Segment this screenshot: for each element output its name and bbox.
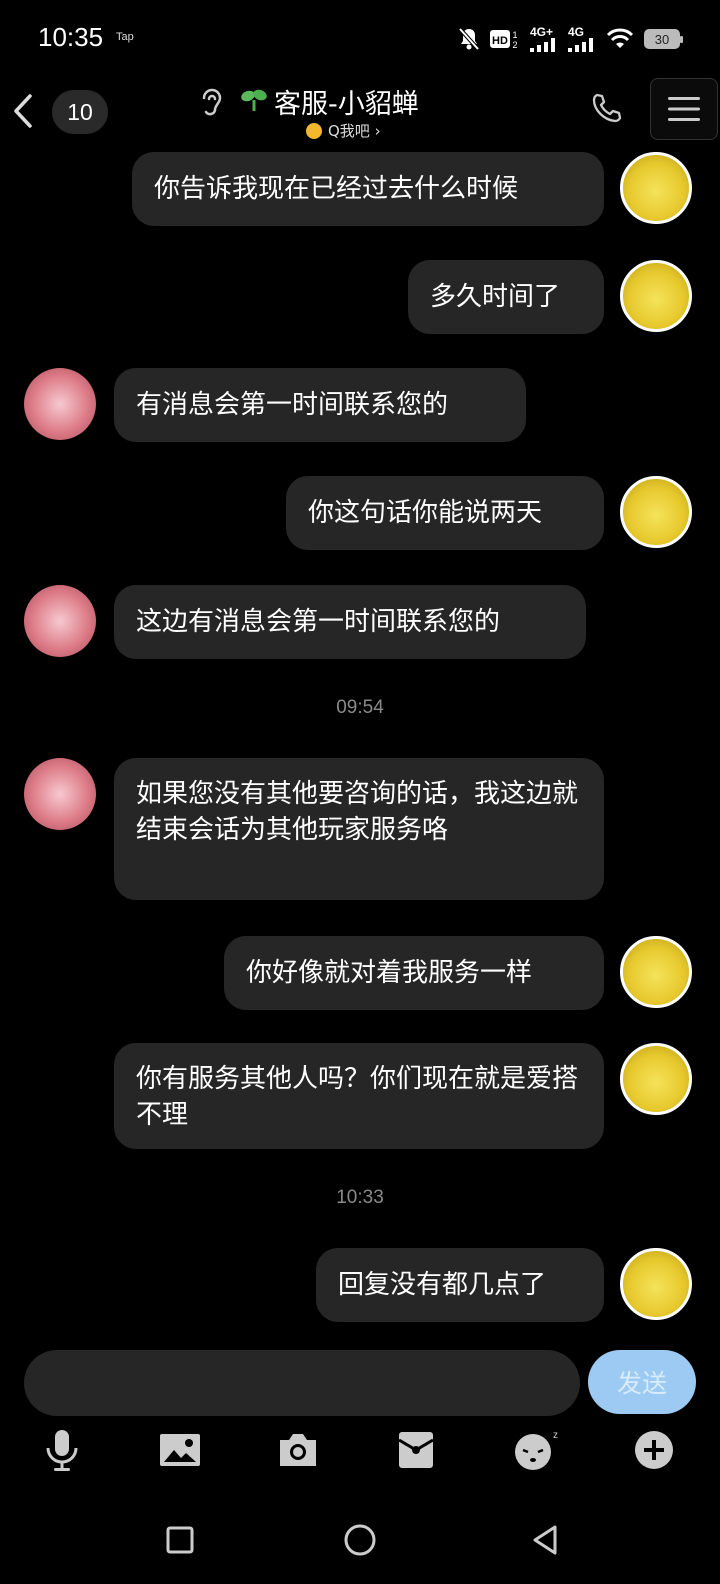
sprout-icon	[240, 87, 268, 117]
svg-text:1: 1	[512, 30, 517, 40]
home-button[interactable]	[332, 1512, 388, 1568]
back-button[interactable]	[8, 88, 38, 134]
status-bar: 10:35 Tap HD 1 2 4G+ 4G 30	[0, 0, 720, 78]
mute-bell-icon	[458, 27, 480, 51]
send-button[interactable]: 发送	[588, 1350, 696, 1414]
message-list[interactable]: 你告诉我现在已经过去什么时候 多久时间了 有消息会第一时间联系您的 你这句话你能…	[0, 148, 720, 1328]
camera-icon	[280, 1434, 316, 1466]
message-bubble-sent[interactable]: 回复没有都几点了	[316, 1248, 604, 1322]
plus-circle-icon	[635, 1431, 673, 1469]
red-packet-button[interactable]	[390, 1424, 442, 1476]
square-icon	[166, 1526, 194, 1554]
emoji-button[interactable]: z	[510, 1424, 562, 1476]
signal-4gplus-icon: 4G+	[530, 26, 558, 52]
menu-button[interactable]	[650, 78, 718, 140]
network-label-1: 4G+	[530, 25, 554, 39]
smile-icon	[306, 122, 322, 139]
avatar-self[interactable]	[620, 152, 692, 224]
status-carrier-tag: Tap	[116, 31, 134, 43]
circle-icon	[344, 1524, 376, 1556]
phone-icon	[592, 93, 622, 123]
message-bubble-sent[interactable]: 多久时间了	[408, 260, 604, 334]
signal-4g-icon: 4G	[568, 26, 596, 52]
message-bubble-sent[interactable]: 你有服务其他人吗？你们现在就是爱搭不理	[114, 1043, 604, 1149]
message-bubble-sent[interactable]: 你告诉我现在已经过去什么时候	[132, 152, 604, 226]
phone-call-button[interactable]	[590, 92, 622, 128]
composer: 发送	[0, 1348, 720, 1424]
avatar-self[interactable]	[620, 476, 692, 548]
ear-icon[interactable]	[198, 86, 226, 124]
message-bubble-received[interactable]: 这边有消息会第一时间联系您的	[114, 585, 586, 659]
composer-toolbar: z	[0, 1424, 720, 1480]
message-bubble-received[interactable]: 有消息会第一时间联系您的	[114, 368, 526, 442]
network-label-2: 4G	[568, 25, 585, 39]
chevron-left-icon	[14, 94, 32, 128]
voice-button[interactable]	[36, 1424, 88, 1476]
svg-text:2: 2	[512, 40, 517, 50]
svg-text:HD: HD	[492, 35, 508, 47]
image-icon	[160, 1434, 200, 1466]
chat-subtitle[interactable]: Q我吧 ›	[306, 120, 381, 141]
wifi-icon	[606, 28, 634, 50]
message-bubble-received[interactable]: 如果您没有其他要咨询的话，我这边就结束会话为其他玩家服务咯	[114, 758, 604, 900]
photo-button[interactable]	[154, 1424, 206, 1476]
red-packet-icon	[398, 1432, 434, 1468]
microphone-icon	[46, 1430, 78, 1471]
emoji-icon: z	[515, 1430, 558, 1470]
avatar-agent[interactable]	[24, 758, 96, 830]
avatar-agent[interactable]	[24, 368, 96, 440]
status-time: 10:35	[38, 22, 104, 52]
timestamp: 09:54	[336, 697, 384, 718]
avatar-self[interactable]	[620, 1043, 692, 1115]
avatar-self[interactable]	[620, 936, 692, 1008]
chat-header: 10 客服-小貂蝉 Q我吧 ›	[0, 78, 720, 148]
more-button[interactable]	[628, 1424, 680, 1476]
recents-button[interactable]	[152, 1512, 208, 1568]
avatar-agent[interactable]	[24, 585, 96, 657]
avatar-self[interactable]	[620, 1248, 692, 1320]
message-bubble-sent[interactable]: 你这句话你能说两天	[286, 476, 604, 550]
hamburger-menu-icon	[668, 97, 700, 121]
unread-count-badge[interactable]: 10	[52, 90, 108, 134]
chat-subtitle-text: Q我吧 ›	[328, 122, 381, 140]
avatar-self[interactable]	[620, 260, 692, 332]
battery-icon: 30	[644, 29, 683, 49]
back-nav-button[interactable]	[518, 1512, 574, 1568]
chat-title-group[interactable]: 客服-小貂蝉	[240, 82, 419, 121]
system-nav-bar	[0, 1500, 720, 1584]
camera-button[interactable]	[272, 1424, 324, 1476]
svg-text:z: z	[553, 1430, 558, 1441]
message-bubble-sent[interactable]: 你好像就对着我服务一样	[224, 936, 604, 1010]
timestamp: 10:33	[336, 1187, 384, 1208]
chat-title: 客服-小貂蝉	[274, 89, 419, 120]
hd-icon: HD 1 2	[490, 28, 520, 50]
status-icons: HD 1 2 4G+ 4G 30	[458, 24, 683, 54]
message-input[interactable]	[24, 1350, 580, 1416]
triangle-back-icon	[533, 1525, 557, 1555]
